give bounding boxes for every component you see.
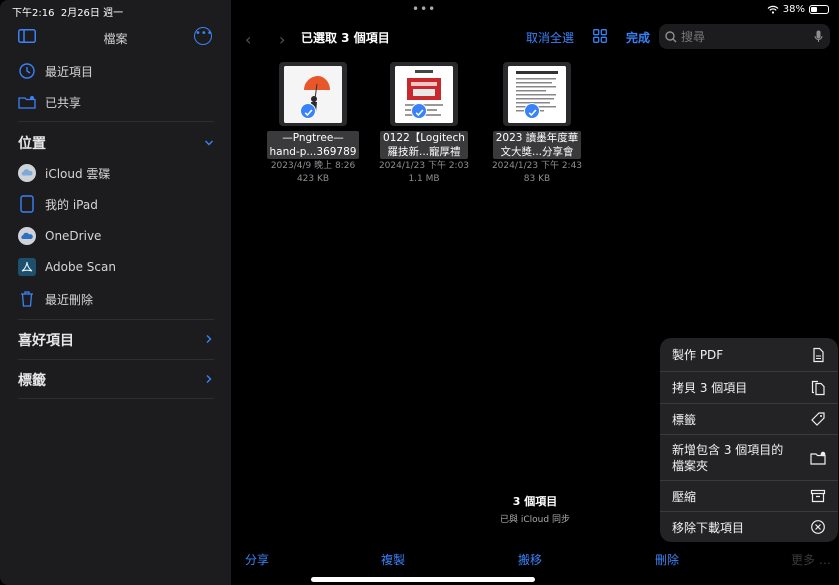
ipad-icon bbox=[18, 195, 36, 213]
menu-item-new-folder[interactable]: 新增包含 3 個項目的 檔案夾 bbox=[660, 434, 838, 480]
adobe-scan-icon bbox=[18, 258, 36, 276]
menu-item-tags[interactable]: 標籤 bbox=[660, 403, 838, 434]
tag-icon bbox=[811, 412, 825, 426]
sidebar: 檔案 ••• 最近項目 已共享 位置 iCloud 雲碟 我的 iPad One… bbox=[0, 0, 231, 585]
sidebar-item-my-ipad[interactable]: 我的 iPad bbox=[18, 193, 98, 215]
file-size: 1.1 MB bbox=[408, 174, 440, 184]
section-favorites[interactable]: 喜好項目 bbox=[18, 330, 74, 350]
shared-folder-icon bbox=[18, 93, 36, 111]
sidebar-item-shared[interactable]: 已共享 bbox=[18, 91, 81, 113]
page-title: 已選取 3 個項目 bbox=[301, 31, 390, 45]
share-button[interactable]: 分享 bbox=[245, 551, 269, 568]
section-locations[interactable]: 位置 bbox=[18, 133, 46, 153]
file-thumbnail bbox=[279, 62, 347, 126]
file-date: 2023/4/9 晚上 8:26 bbox=[270, 161, 356, 171]
archive-box-icon bbox=[810, 489, 826, 503]
microphone-icon[interactable] bbox=[814, 30, 823, 43]
trash-icon bbox=[18, 290, 36, 308]
sidebar-item-adobe-scan[interactable]: Adobe Scan bbox=[18, 256, 116, 278]
chevron-right-icon[interactable] bbox=[204, 334, 214, 344]
sidebar-item-icloud[interactable]: iCloud 雲碟 bbox=[18, 162, 110, 184]
sidebar-item-label: 最近項目 bbox=[45, 64, 94, 79]
sidebar-item-label: 我的 iPad bbox=[45, 197, 98, 212]
chevron-right-icon[interactable] bbox=[204, 374, 214, 384]
status-right: 38% bbox=[767, 4, 829, 15]
sidebar-item-onedrive[interactable]: OneDrive bbox=[18, 225, 101, 247]
section-tags[interactable]: 標籤 bbox=[18, 370, 46, 390]
more-button[interactable]: 更多 … bbox=[791, 551, 831, 568]
file-size: 83 KB bbox=[523, 174, 551, 184]
battery-icon bbox=[809, 5, 829, 14]
selected-check-icon bbox=[411, 103, 427, 119]
home-indicator[interactable] bbox=[311, 577, 535, 582]
file-name: 2023 讀墨年度華 文大獎...分享會 bbox=[492, 131, 582, 159]
more-options-icon[interactable]: ••• bbox=[194, 27, 213, 45]
sidebar-item-label: Adobe Scan bbox=[45, 260, 116, 274]
menu-item-compress[interactable]: 壓縮 bbox=[660, 480, 838, 511]
delete-button[interactable]: 刪除 bbox=[655, 551, 679, 568]
multitasking-dots-icon[interactable]: ••• bbox=[412, 2, 436, 16]
selected-check-icon bbox=[524, 103, 540, 119]
new-folder-icon bbox=[810, 451, 826, 465]
file-item[interactable]: 2023 讀墨年度華 文大獎...分享會 2024/1/23 下午 2:43 8… bbox=[487, 62, 587, 185]
status-bar: 下午2:16 2月26日 週一 ••• 38% bbox=[0, 0, 839, 22]
copy-button[interactable]: 複製 bbox=[381, 551, 405, 568]
file-date: 2024/1/23 下午 2:03 bbox=[378, 161, 470, 171]
sidebar-item-label: OneDrive bbox=[45, 229, 102, 243]
divider bbox=[18, 359, 214, 360]
file-thumbnail bbox=[503, 62, 571, 126]
sidebar-item-label: 最近刪除 bbox=[45, 292, 94, 307]
battery-percent: 38% bbox=[782, 4, 805, 15]
file-size: 423 KB bbox=[296, 174, 330, 184]
onedrive-icon bbox=[18, 227, 36, 245]
file-item[interactable]: 0122【Logitech 羅技新...寵厚禮 2024/1/23 下午 2:0… bbox=[374, 62, 474, 185]
sidebar-item-label: iCloud 雲碟 bbox=[45, 166, 111, 181]
wifi-icon bbox=[767, 5, 779, 14]
icloud-icon bbox=[18, 164, 36, 182]
app-frame: 檔案 ••• 最近項目 已共享 位置 iCloud 雲碟 我的 iPad One… bbox=[0, 0, 839, 585]
move-button[interactable]: 搬移 bbox=[518, 551, 542, 568]
chevron-down-icon[interactable] bbox=[204, 138, 214, 148]
divider bbox=[18, 319, 214, 320]
copy-docs-icon bbox=[811, 380, 825, 396]
forward-arrow-icon[interactable]: › bbox=[279, 30, 285, 49]
done-button[interactable]: 完成 bbox=[626, 29, 650, 46]
remove-download-icon bbox=[811, 520, 825, 534]
more-actions-menu: 製作 PDF 拷貝 3 個項目 標籤 新增包含 3 個項目的 檔案夾 壓縮 移除下… bbox=[660, 338, 838, 542]
file-thumbnail bbox=[390, 62, 458, 126]
file-item[interactable]: —Pngtree— hand-p...369789 2023/4/9 晚上 8:… bbox=[263, 62, 363, 185]
search-input[interactable]: 搜尋 bbox=[659, 24, 830, 49]
file-date: 2024/1/23 下午 2:43 bbox=[491, 161, 583, 171]
back-arrow-icon[interactable]: ‹ bbox=[245, 30, 251, 49]
menu-item-make-pdf[interactable]: 製作 PDF bbox=[660, 338, 838, 371]
selected-check-icon bbox=[300, 103, 316, 119]
file-name: —Pngtree— hand-p...369789 bbox=[266, 131, 360, 159]
search-placeholder: 搜尋 bbox=[681, 30, 706, 44]
menu-item-copy-items[interactable]: 拷貝 3 個項目 bbox=[660, 371, 838, 403]
deselect-all-button[interactable]: 取消全選 bbox=[526, 29, 574, 46]
sidebar-item-recents[interactable]: 最近項目 bbox=[18, 60, 93, 82]
status-time: 下午2:16 2月26日 週一 bbox=[12, 8, 124, 19]
menu-item-remove-download[interactable]: 移除下載項目 bbox=[660, 511, 838, 542]
grid-view-icon[interactable] bbox=[593, 29, 607, 43]
pdf-doc-icon bbox=[813, 347, 824, 363]
sidebar-item-label: 已共享 bbox=[45, 95, 82, 110]
more-button-label: 更多 bbox=[791, 553, 816, 567]
divider bbox=[18, 398, 214, 399]
sidebar-header: 檔案 ••• bbox=[0, 26, 231, 50]
file-name: 0122【Logitech 羅技新...寵厚禮 bbox=[380, 131, 468, 159]
clock-icon bbox=[18, 62, 36, 80]
search-icon bbox=[665, 30, 677, 42]
sidebar-item-recently-deleted[interactable]: 最近刪除 bbox=[18, 288, 93, 310]
divider bbox=[18, 121, 214, 122]
